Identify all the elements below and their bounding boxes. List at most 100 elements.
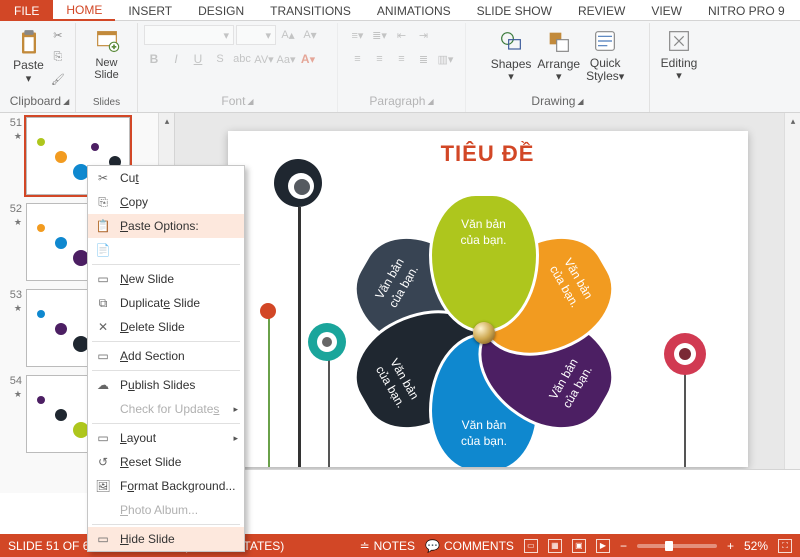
editing-button[interactable]: Editing▾ [659, 25, 700, 84]
menu-icon [94, 501, 112, 519]
tab-transitions[interactable]: TRANSITIONS [257, 0, 364, 21]
tab-insert[interactable]: INSERT [115, 0, 185, 21]
deco-flower-red [260, 303, 276, 319]
menu-icon: ▭ [94, 429, 112, 447]
menu-label: Format Background... [120, 479, 238, 493]
view-normal-button[interactable]: ▭ [524, 539, 538, 553]
indent-dec-button[interactable]: ⇤ [392, 25, 412, 45]
menu-icon: ✕ [94, 318, 112, 336]
vscroll-up[interactable]: ▴ [785, 113, 800, 129]
indent-inc-button[interactable]: ⇥ [414, 25, 434, 45]
menu-label: New Slide [120, 272, 238, 286]
tab-design[interactable]: DESIGN [185, 0, 257, 21]
tab-review[interactable]: REVIEW [565, 0, 638, 21]
context-publish-slides[interactable]: ☁Publish Slides [88, 373, 244, 397]
view-sorter-button[interactable]: ▦ [548, 539, 562, 553]
petal: Văn bảncủa bạn. [429, 193, 539, 333]
tab-slide-show[interactable]: SLIDE SHOW [464, 0, 565, 21]
arrange-button[interactable]: Arrange▾ [535, 26, 582, 85]
italic-button[interactable]: I [166, 49, 186, 69]
numbering-button[interactable]: ≣▾ [370, 25, 390, 45]
notes-button[interactable]: ≐ NOTES [360, 539, 415, 553]
shadow-button[interactable]: abc [232, 49, 252, 69]
menu-label: Copy [120, 195, 238, 209]
context-paste-options[interactable]: 📋Paste Options: [88, 214, 244, 238]
menu-label: Reset Slide [120, 455, 238, 469]
deco-ball-dark [274, 159, 322, 207]
menu-label: Cut [120, 171, 238, 185]
cut-button[interactable]: ✂ [48, 25, 68, 45]
tab-nitro-pro-9[interactable]: NITRO PRO 9 [695, 0, 798, 21]
context-delete-slide[interactable]: ✕ Delete Slide [88, 315, 244, 339]
slide-canvas[interactable]: TIÊU ĐỀ Văn bảncủa bạn.Văn bảncủa bạn.Vă… [228, 131, 748, 467]
quick-styles-button[interactable]: Quick Styles▾ [584, 25, 626, 85]
menu-icon: ▭ [94, 270, 112, 288]
paste-button[interactable]: Paste▾ [11, 27, 46, 86]
copy-button[interactable]: ⎘ [48, 47, 68, 67]
menu-label: Check for Updates [120, 402, 225, 416]
context-reset-slide[interactable]: ↺Reset Slide [88, 450, 244, 474]
context-cut[interactable]: ✂ Cut [88, 166, 244, 190]
petal-text: Văn bảncủa bạn. [460, 418, 506, 449]
thumb-number: 54 [8, 375, 22, 387]
format-painter-button[interactable]: 🖌 [48, 69, 68, 89]
flower-diagram: Văn bảncủa bạn.Văn bảncủa bạn.Văn bảncủa… [344, 193, 624, 467]
menu-icon [94, 400, 112, 418]
align-center-button[interactable]: ≡ [370, 49, 390, 69]
font-size-select[interactable]: ▾ [236, 25, 276, 45]
grow-font-button[interactable]: A▴ [278, 25, 298, 45]
file-tab[interactable]: FILE [0, 0, 53, 21]
thumb-number: 53 [8, 289, 22, 301]
tab-animations[interactable]: ANIMATIONS [364, 0, 464, 21]
context-duplicate-slide[interactable]: ⧉Duplicate Slide [88, 291, 244, 315]
zoom-level[interactable]: 52% [744, 539, 768, 553]
zoom-slider[interactable] [637, 544, 717, 548]
bold-button[interactable]: B [144, 49, 164, 69]
context-add-section[interactable]: ▭Add Section [88, 344, 244, 368]
context-photo-album: Photo Album... [88, 498, 244, 522]
scroll-up-button[interactable]: ▴ [159, 113, 175, 129]
context-hide-slide[interactable]: ▭Hide Slide [88, 527, 244, 551]
underline-button[interactable]: U [188, 49, 208, 69]
align-left-button[interactable]: ≡ [348, 49, 368, 69]
context-format-background[interactable]: 🖼Format Background... [88, 474, 244, 498]
strike-button[interactable]: S [210, 49, 230, 69]
context-check-for-updates: Check for Updates▸ [88, 397, 244, 421]
shrink-font-button[interactable]: A▾ [300, 25, 320, 45]
context-new-slide[interactable]: ▭ New Slide [88, 267, 244, 291]
menu-icon: ⎘ [94, 193, 112, 211]
menu-label: Paste Options: [120, 219, 238, 233]
tab-home[interactable]: HOME [53, 0, 115, 21]
view-reading-button[interactable]: ▣ [572, 539, 586, 553]
group-label-font: Font ◢ [221, 92, 253, 110]
comments-button[interactable]: 💬 COMMENTS [425, 539, 514, 553]
font-color-button[interactable]: A▾ [298, 49, 318, 69]
slide-position[interactable]: SLIDE 51 OF 61 [8, 539, 96, 553]
case-button[interactable]: Aa▾ [276, 49, 296, 69]
slide-vscrollbar[interactable]: ▴ ▾ [784, 113, 800, 493]
context-paste-option[interactable]: 📄 [88, 238, 244, 262]
justify-button[interactable]: ≣ [414, 49, 434, 69]
new-slide-button[interactable]: New Slide [91, 25, 123, 83]
fit-button[interactable]: ⛶ [778, 539, 792, 553]
tab-view[interactable]: VIEW [638, 0, 695, 21]
thumb-number: 51 [8, 117, 22, 129]
context-layout[interactable]: ▭Layout▸ [88, 426, 244, 450]
group-label-paragraph: Paragraph ◢ [369, 92, 433, 110]
columns-button[interactable]: ▥▾ [436, 49, 456, 69]
context-copy[interactable]: ⎘ Copy [88, 190, 244, 214]
notes-pane[interactable]: dd notes [175, 469, 800, 493]
flower-center [473, 322, 495, 344]
spacing-button[interactable]: AV▾ [254, 49, 274, 69]
zoom-in-button[interactable]: + [727, 539, 734, 553]
menu-label: Delete Slide [120, 320, 238, 334]
submenu-arrow-icon: ▸ [233, 433, 238, 444]
zoom-out-button[interactable]: − [620, 539, 627, 553]
view-slideshow-button[interactable]: ▶ [596, 539, 610, 553]
menu-icon: ✂ [94, 169, 112, 187]
align-right-button[interactable]: ≡ [392, 49, 412, 69]
thumb-number: 52 [8, 203, 22, 215]
font-family-select[interactable]: ▾ [144, 25, 234, 45]
shapes-button[interactable]: Shapes▾ [489, 26, 534, 85]
bullets-button[interactable]: ≡▾ [348, 25, 368, 45]
